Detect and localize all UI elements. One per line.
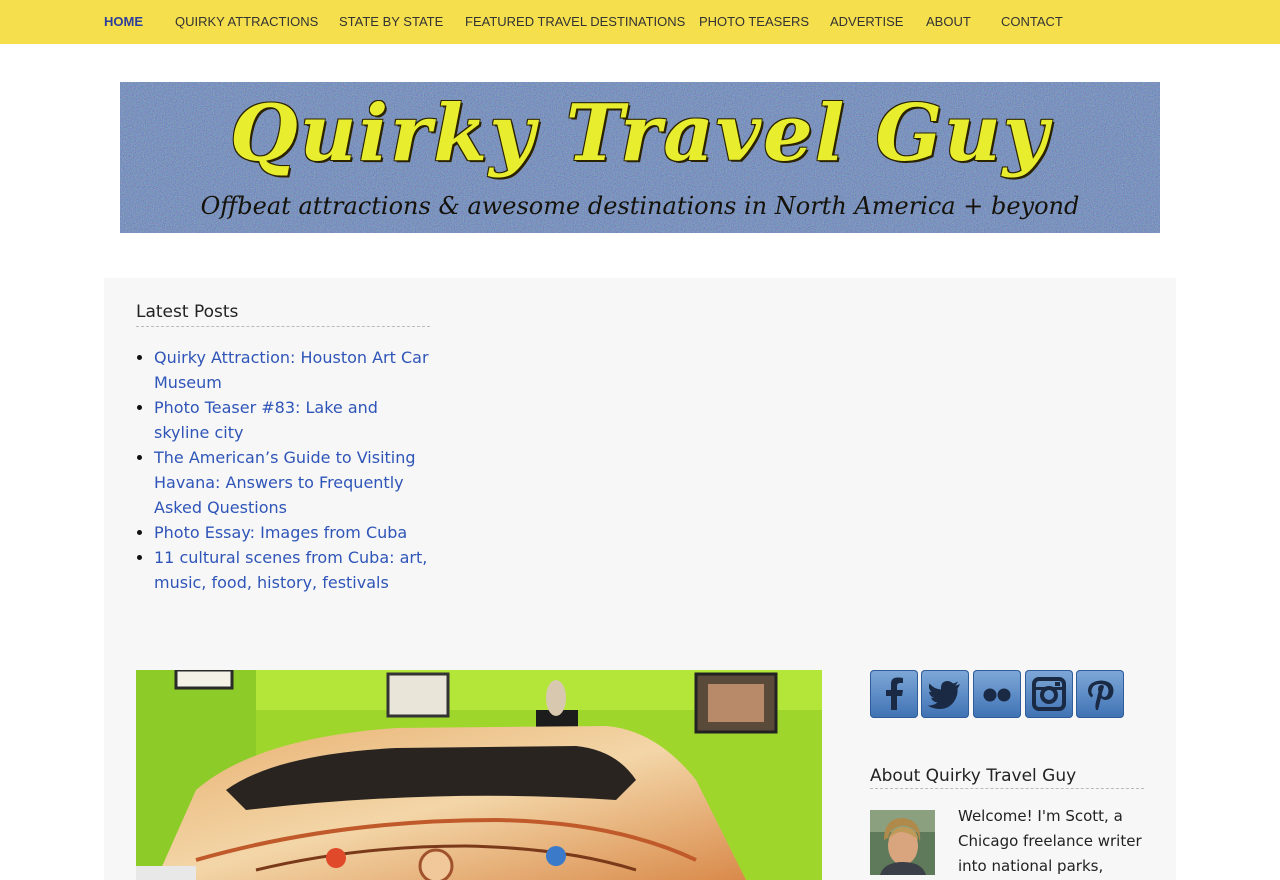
pinterest-icon[interactable] xyxy=(1076,670,1124,718)
nav-home[interactable]: HOME xyxy=(104,14,143,29)
main-content: Latest Posts Quirky Attraction: Houston … xyxy=(104,278,1176,880)
nav-state-by-state[interactable]: STATE BY STATE xyxy=(339,14,443,29)
twitter-icon[interactable] xyxy=(921,670,969,718)
list-item: 11 cultural scenes from Cuba: art, music… xyxy=(154,545,430,595)
site-tagline: Offbeat attractions & awesome destinatio… xyxy=(200,192,1080,220)
post-link[interactable]: Photo Essay: Images from Cuba xyxy=(154,523,407,542)
post-link[interactable]: The American’s Guide to Visiting Havana:… xyxy=(154,448,416,517)
nav-quirky-attractions[interactable]: QUIRKY ATTRACTIONS xyxy=(175,14,318,29)
avatar xyxy=(870,810,935,875)
nav-photo-teasers[interactable]: PHOTO TEASERS xyxy=(699,14,809,29)
top-nav: HOME QUIRKY ATTRACTIONS STATE BY STATE F… xyxy=(0,0,1280,44)
instagram-icon[interactable] xyxy=(1025,670,1073,718)
latest-posts-title: Latest Posts xyxy=(136,302,430,327)
list-item: Photo Teaser #83: Lake and skyline city xyxy=(154,395,430,445)
facebook-icon[interactable] xyxy=(870,670,918,718)
flickr-icon[interactable] xyxy=(973,670,1021,718)
nav-advertise[interactable]: ADVERTISE xyxy=(830,14,903,29)
latest-posts-widget: Latest Posts Quirky Attraction: Houston … xyxy=(136,302,430,595)
list-item: Photo Essay: Images from Cuba xyxy=(154,520,430,545)
nav-featured-travel-destinations[interactable]: FEATURED TRAVEL DESTINATIONS xyxy=(465,14,685,29)
latest-posts-list: Quirky Attraction: Houston Art Car Museu… xyxy=(136,345,430,595)
post-link[interactable]: Quirky Attraction: Houston Art Car Museu… xyxy=(154,348,429,392)
list-item: Quirky Attraction: Houston Art Car Museu… xyxy=(154,345,430,395)
about-widget: About Quirky Travel Guy Welcome! I'm Sco… xyxy=(870,766,1144,875)
art-car-photo xyxy=(136,670,822,880)
about-title: About Quirky Travel Guy xyxy=(870,766,1144,789)
site-banner[interactable]: Quirky Travel Guy Offbeat attractions & … xyxy=(120,82,1160,233)
nav-contact[interactable]: CONTACT xyxy=(1001,14,1063,29)
post-link[interactable]: 11 cultural scenes from Cuba: art, music… xyxy=(154,548,427,592)
list-item: The American’s Guide to Visiting Havana:… xyxy=(154,445,430,520)
post-link[interactable]: Photo Teaser #83: Lake and skyline city xyxy=(154,398,378,442)
site-title: Quirky Travel Guy xyxy=(229,88,1051,179)
nav-about[interactable]: ABOUT xyxy=(926,14,971,29)
about-text: Welcome! I'm Scott, a Chicago freelance … xyxy=(958,807,1142,875)
featured-post-image[interactable] xyxy=(136,670,822,880)
